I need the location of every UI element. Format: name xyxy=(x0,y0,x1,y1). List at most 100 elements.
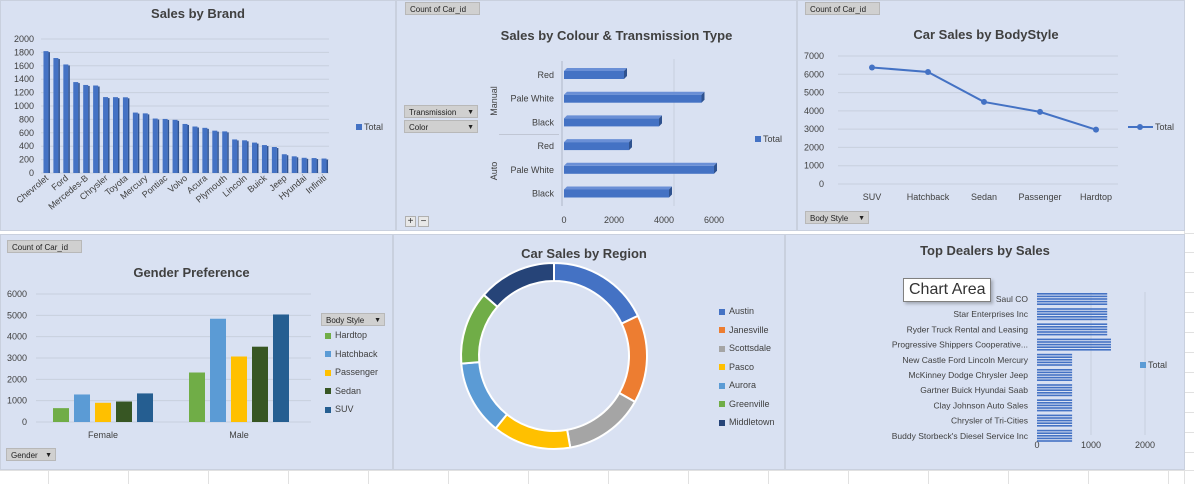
donut-slice xyxy=(553,261,640,325)
y-tick-label: 5000 xyxy=(804,88,824,98)
bar xyxy=(261,145,267,173)
y-tick-label: 1200 xyxy=(14,88,34,98)
y-tick-label: 200 xyxy=(19,155,34,165)
bar xyxy=(137,393,153,422)
bar-stripe xyxy=(1037,386,1073,389)
bar-stripe xyxy=(1037,303,1108,305)
y-tick-label: 3000 xyxy=(804,124,824,134)
y-tick-label: 4000 xyxy=(804,106,824,116)
gender-preference-chart: 0 1000 2000 3000 4000 5000 6000 Female Male xyxy=(7,289,311,440)
bar-side xyxy=(108,98,110,173)
bar-top xyxy=(564,68,627,71)
bar xyxy=(95,402,111,422)
bar xyxy=(281,154,287,173)
bar-side xyxy=(266,146,269,173)
y-tick-label: Red xyxy=(537,70,554,80)
y-tick-label: 6000 xyxy=(7,289,27,299)
bar xyxy=(564,71,624,79)
bar-side xyxy=(286,155,289,173)
data-point xyxy=(1037,108,1043,115)
donut-slice xyxy=(494,412,572,450)
group-label: Auto xyxy=(489,162,499,181)
bar xyxy=(132,112,138,173)
bar-side xyxy=(117,98,120,173)
bar xyxy=(1037,353,1073,366)
x-tick-label: Buick xyxy=(245,173,269,195)
bar-stripe xyxy=(1037,293,1108,295)
bar-side xyxy=(58,59,60,173)
bar-stripe xyxy=(1037,371,1073,374)
y-tick-label: 2000 xyxy=(14,34,34,44)
bar-top xyxy=(564,186,672,190)
y-tick-label: Black xyxy=(532,189,555,199)
bar-stripe xyxy=(1037,361,1073,364)
y-tick-label: Star Enterprises Inc xyxy=(953,309,1028,319)
bar xyxy=(232,139,238,173)
bar-side xyxy=(217,131,219,173)
gender-preference-panel[interactable]: Count of Car_id Gender Preference Body S… xyxy=(0,234,393,470)
x-tick-label: Volvo xyxy=(166,173,189,195)
legend-swatch xyxy=(356,124,362,130)
data-point xyxy=(1093,126,1099,133)
bar-stripe xyxy=(1037,346,1111,348)
bar-stripe xyxy=(1037,323,1108,325)
bar-stripe xyxy=(1037,338,1111,341)
bar xyxy=(43,51,49,173)
donut-slice xyxy=(482,261,555,309)
bar-stripe xyxy=(1037,369,1073,371)
bar-side xyxy=(157,119,160,173)
sales-by-brand-panel[interactable]: Sales by Brand 0 200 400 600 800 1000 1200 1400… xyxy=(0,0,396,231)
y-tick-label: 2000 xyxy=(7,374,27,384)
bar-stripe xyxy=(1037,356,1073,358)
top-dealers-panel[interactable]: Top Dealers by Sales Saul CO Star Enterpr… xyxy=(785,234,1185,470)
bar-stripe xyxy=(1037,349,1111,351)
y-tick-label: 1000 xyxy=(14,101,34,111)
bar xyxy=(564,118,659,127)
y-tick-label: 3000 xyxy=(7,353,27,363)
y-tick-label: 1400 xyxy=(14,74,34,84)
bar xyxy=(83,84,89,173)
bar xyxy=(311,158,317,173)
bar-side xyxy=(98,86,100,173)
bar xyxy=(142,113,148,173)
bar xyxy=(1037,293,1108,305)
x-tick-label: Female xyxy=(88,430,118,440)
bar-side xyxy=(247,141,249,173)
bar-stripe xyxy=(1037,310,1108,313)
bar xyxy=(103,97,109,173)
bar-stripe xyxy=(1037,326,1108,328)
y-tick-label: 0 xyxy=(22,417,27,427)
bar xyxy=(1037,338,1111,351)
bar-side xyxy=(316,159,319,173)
y-tick-label: 400 xyxy=(19,141,34,151)
bar-stripe xyxy=(1037,313,1108,315)
bar-side xyxy=(257,143,259,173)
y-tick-label: 6000 xyxy=(804,69,824,79)
bodystyle-panel[interactable]: Count of Car_id Car Sales by BodyStyle B… xyxy=(797,0,1185,231)
bar-stripe xyxy=(1037,384,1073,386)
y-tick-label: Pale White xyxy=(510,165,554,175)
bar-side xyxy=(127,98,130,173)
bar-stripe xyxy=(1037,318,1108,321)
colour-transmission-panel[interactable]: Count of Car_id Sales by Colour & Transm… xyxy=(396,0,797,231)
bar xyxy=(172,119,178,173)
bar-side xyxy=(48,52,50,173)
bar xyxy=(1037,369,1073,381)
bar-top xyxy=(564,115,662,119)
x-tick-label: Hatchback xyxy=(907,192,950,202)
bar-stripe xyxy=(1037,419,1073,422)
data-point xyxy=(869,64,875,71)
bar-stripe xyxy=(1037,404,1073,407)
bar-stripe xyxy=(1037,341,1111,343)
x-tick-label: SUV xyxy=(863,192,882,202)
legend-marker xyxy=(1137,124,1143,130)
bar-stripe xyxy=(1037,394,1073,397)
bar-side xyxy=(326,159,329,173)
bar-stripe xyxy=(1037,298,1108,300)
y-tick-label: 800 xyxy=(19,114,34,124)
bar xyxy=(273,314,289,422)
bar-stripe xyxy=(1037,437,1073,440)
bar-side xyxy=(187,124,189,173)
bar-top xyxy=(564,139,632,143)
region-panel[interactable]: Car Sales by Region Austin Janesville Scot… xyxy=(393,234,785,470)
